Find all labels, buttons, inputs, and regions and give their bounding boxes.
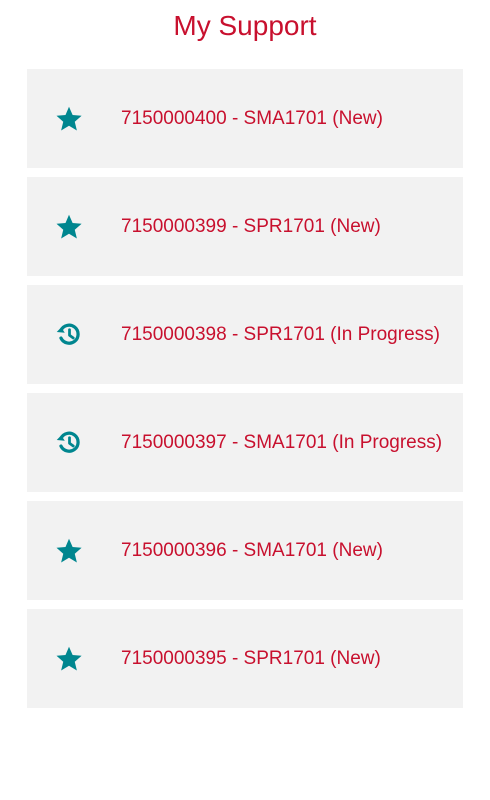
ticket-label: 7150000399 - SPR1701 (New): [121, 216, 381, 237]
ticket-row[interactable]: 7150000400 - SMA1701 (New): [27, 69, 463, 168]
ticket-label: 7150000395 - SPR1701 (New): [121, 648, 381, 669]
history-icon: [54, 428, 84, 458]
ticket-label: 7150000400 - SMA1701 (New): [121, 108, 383, 129]
ticket-list: 7150000400 - SMA1701 (New) 7150000399 - …: [27, 69, 463, 717]
ticket-row[interactable]: 7150000395 - SPR1701 (New): [27, 609, 463, 708]
star-icon: [54, 212, 84, 242]
ticket-row[interactable]: 7150000398 - SPR1701 (In Progress): [27, 285, 463, 384]
ticket-row[interactable]: 7150000397 - SMA1701 (In Progress): [27, 393, 463, 492]
ticket-row[interactable]: 7150000399 - SPR1701 (New): [27, 177, 463, 276]
ticket-row[interactable]: 7150000396 - SMA1701 (New): [27, 501, 463, 600]
history-icon: [54, 320, 84, 350]
star-icon: [54, 104, 84, 134]
page-title: My Support: [173, 10, 317, 41]
ticket-label: 7150000396 - SMA1701 (New): [121, 540, 383, 561]
ticket-label: 7150000398 - SPR1701 (In Progress): [121, 324, 440, 345]
ticket-label: 7150000397 - SMA1701 (In Progress): [121, 432, 443, 453]
star-icon: [54, 536, 84, 566]
star-icon: [54, 644, 84, 674]
